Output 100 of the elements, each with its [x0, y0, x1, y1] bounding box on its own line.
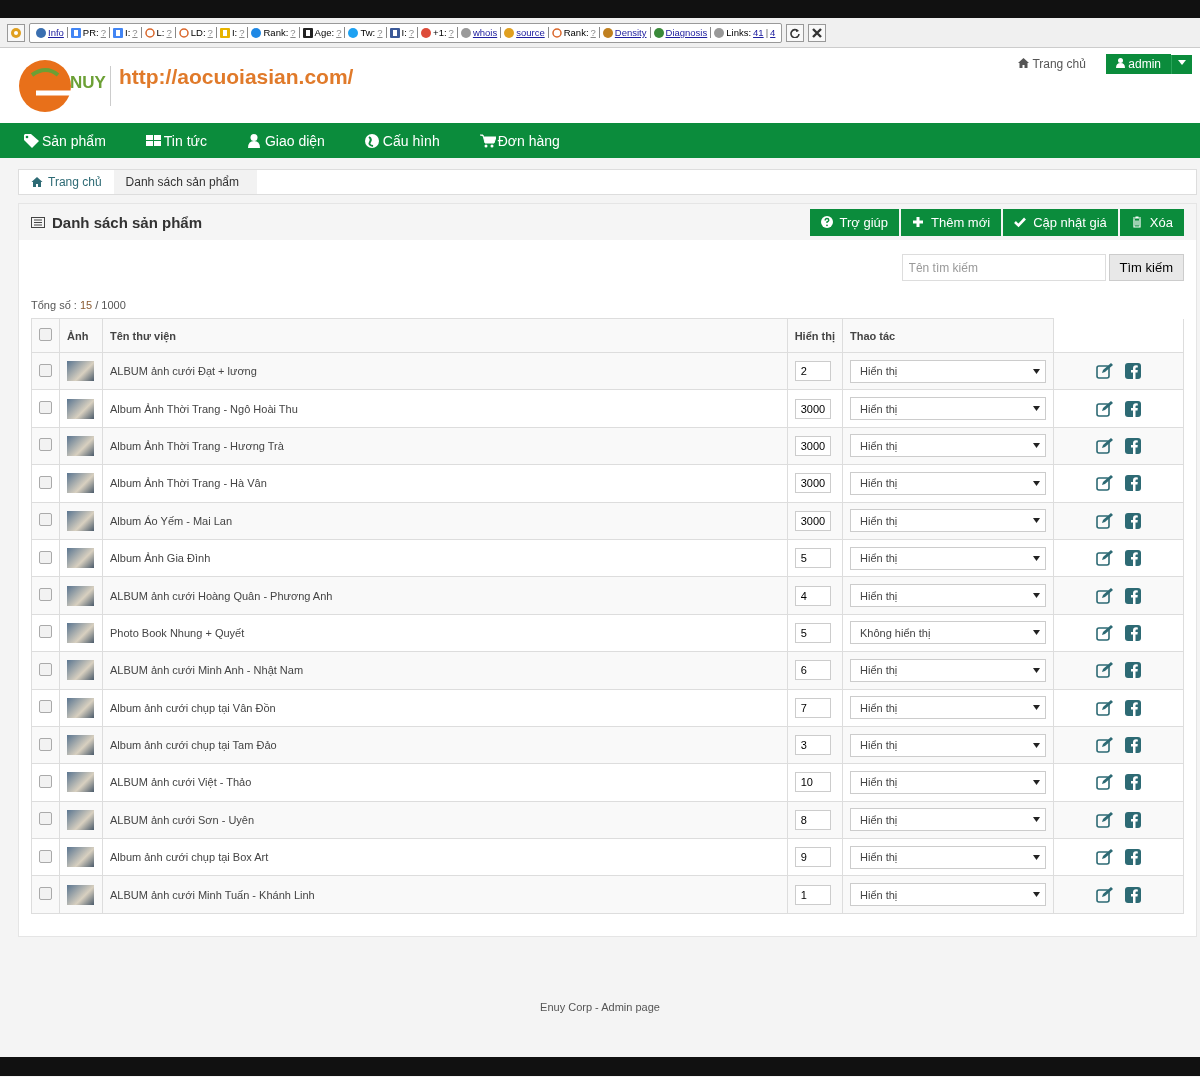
edit-icon[interactable]	[1095, 886, 1114, 903]
facebook-icon[interactable]	[1125, 512, 1142, 529]
metric-value[interactable]: ?	[100, 27, 106, 38]
refresh-button[interactable]	[786, 23, 805, 42]
metric-value[interactable]: ?	[590, 27, 596, 38]
row-checkbox[interactable]	[39, 513, 52, 527]
user-button[interactable]: admin	[1105, 54, 1171, 74]
metric-value[interactable]: ?	[207, 27, 213, 38]
row-checkbox[interactable]	[39, 475, 52, 489]
order-field[interactable]: 3000	[794, 398, 831, 419]
edit-icon[interactable]	[1095, 437, 1114, 454]
facebook-icon[interactable]	[1125, 886, 1142, 903]
order-field[interactable]: 8	[794, 809, 831, 830]
dropdown-button[interactable]	[1171, 54, 1192, 74]
edit-icon[interactable]	[1095, 737, 1114, 754]
row-checkbox[interactable]	[39, 588, 52, 602]
home-link[interactable]: Trang chủ	[1018, 57, 1086, 71]
status-dropdown[interactable]: Hiển thị	[850, 359, 1046, 383]
facebook-icon[interactable]	[1125, 699, 1142, 716]
edit-icon[interactable]	[1095, 363, 1114, 380]
facebook-icon[interactable]	[1125, 849, 1142, 866]
metric-value[interactable]: 41	[753, 27, 764, 38]
facebook-icon[interactable]	[1125, 475, 1142, 492]
facebook-icon[interactable]	[1125, 437, 1142, 454]
order-field[interactable]: 3000	[794, 435, 831, 456]
metric-value[interactable]: ?	[377, 27, 383, 38]
row-checkbox[interactable]	[39, 775, 52, 788]
row-checkbox[interactable]	[39, 662, 52, 676]
metric-value[interactable]: ?	[408, 27, 415, 38]
facebook-icon[interactable]	[1125, 774, 1142, 791]
toolbar-link[interactable]: Info	[48, 27, 64, 38]
order-field[interactable]: 7	[794, 697, 831, 718]
order-field[interactable]: 2	[794, 361, 831, 382]
status-dropdown[interactable]: Không hiển thị	[850, 621, 1046, 645]
nav-item[interactable]: Cấu hình	[364, 132, 440, 149]
status-dropdown[interactable]: Hiển thị	[850, 397, 1046, 421]
nav-item[interactable]: Đơn hàng	[479, 132, 560, 149]
action-button[interactable]: Trợ giúp	[809, 208, 900, 236]
metric-value[interactable]: ?	[336, 27, 342, 38]
row-checkbox[interactable]	[39, 812, 52, 826]
row-checkbox[interactable]	[39, 550, 52, 564]
order-field[interactable]: 9	[794, 847, 831, 868]
metric-value[interactable]: ?	[166, 27, 172, 38]
breadcrumb-item[interactable]: Danh sách sản phẩm	[113, 170, 257, 194]
edit-icon[interactable]	[1095, 400, 1114, 417]
search-button[interactable]: Tìm kiếm	[1108, 254, 1184, 281]
close-button[interactable]	[808, 23, 827, 42]
edit-icon[interactable]	[1095, 624, 1114, 641]
breadcrumb-item[interactable]: Trang chủ	[19, 170, 114, 194]
status-dropdown[interactable]: Hiển thị	[850, 546, 1046, 570]
edit-icon[interactable]	[1095, 811, 1114, 828]
action-button[interactable]: Cập nhật giá	[1003, 208, 1118, 236]
edit-icon[interactable]	[1095, 849, 1114, 866]
action-button[interactable]: Thêm mới	[901, 208, 1002, 236]
order-field[interactable]: 3	[794, 735, 831, 756]
row-checkbox[interactable]	[39, 887, 52, 901]
status-dropdown[interactable]: Hiển thị	[850, 696, 1046, 720]
toolbar-link[interactable]: Density	[614, 27, 647, 38]
order-field[interactable]: 5	[794, 548, 831, 569]
row-checkbox[interactable]	[39, 700, 52, 714]
facebook-icon[interactable]	[1125, 737, 1142, 754]
search-field[interactable]: Tên tìm kiếm	[901, 254, 1106, 281]
edit-icon[interactable]	[1095, 512, 1114, 529]
order-field[interactable]: 5	[794, 622, 831, 643]
edit-icon[interactable]	[1095, 774, 1114, 791]
action-button[interactable]: Xóa	[1119, 208, 1184, 236]
metric-value[interactable]: ?	[132, 27, 138, 38]
edit-icon[interactable]	[1095, 550, 1114, 567]
order-field[interactable]: 3000	[794, 510, 831, 531]
nav-item[interactable]: Sản phẩm	[24, 132, 106, 149]
edit-icon[interactable]	[1095, 475, 1114, 492]
facebook-icon[interactable]	[1125, 363, 1142, 380]
row-checkbox[interactable]	[39, 849, 52, 863]
status-dropdown[interactable]: Hiển thị	[850, 658, 1046, 682]
row-checkbox[interactable]	[39, 438, 52, 452]
metric-value[interactable]: ?	[290, 27, 296, 38]
facebook-icon[interactable]	[1125, 550, 1142, 567]
status-dropdown[interactable]: Hiển thị	[850, 584, 1046, 608]
order-field[interactable]: 1	[794, 884, 831, 905]
order-field[interactable]: 10	[794, 772, 831, 793]
order-field[interactable]: 4	[794, 585, 831, 606]
select-all-checkbox[interactable]	[39, 328, 52, 341]
status-dropdown[interactable]: Hiển thị	[850, 771, 1046, 794]
facebook-icon[interactable]	[1125, 624, 1142, 641]
status-dropdown[interactable]: Hiển thị	[850, 845, 1046, 869]
status-dropdown[interactable]: Hiển thị	[850, 733, 1046, 757]
row-checkbox[interactable]	[39, 401, 52, 415]
metric-value[interactable]: ?	[239, 27, 245, 38]
metric-value[interactable]: ?	[448, 27, 454, 38]
edit-icon[interactable]	[1095, 662, 1114, 679]
edit-icon[interactable]	[1095, 699, 1114, 716]
order-field[interactable]: 6	[794, 660, 831, 681]
edit-icon[interactable]	[1095, 587, 1114, 604]
facebook-icon[interactable]	[1125, 811, 1142, 828]
toolbar-link[interactable]: source	[516, 27, 545, 38]
toolbar-link[interactable]: whois	[472, 27, 498, 38]
toolbar-link[interactable]: Diagnosis	[665, 27, 708, 38]
status-dropdown[interactable]: Hiển thị	[850, 471, 1046, 495]
facebook-icon[interactable]	[1125, 587, 1142, 604]
facebook-icon[interactable]	[1125, 662, 1142, 679]
